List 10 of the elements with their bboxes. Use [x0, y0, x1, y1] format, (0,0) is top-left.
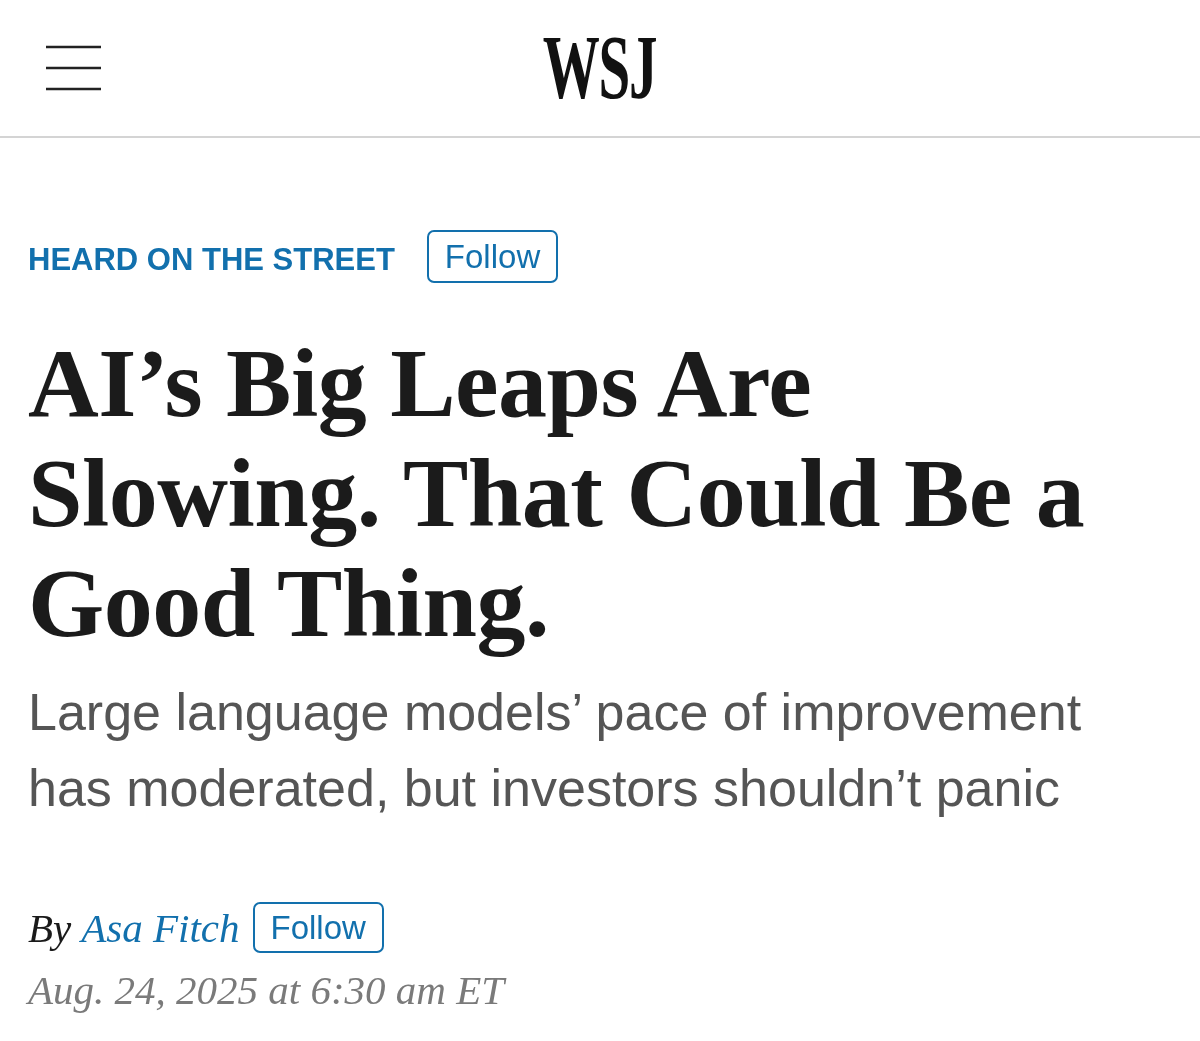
follow-button[interactable]: Follow — [252, 902, 384, 953]
site-logo[interactable]: WSJ — [543, 21, 657, 113]
article-headline: AI’s Big Leaps Are Slowing. That Could Be a Good Thing. — [28, 328, 1086, 658]
menu-icon[interactable] — [44, 45, 103, 91]
byline-label: By — [28, 903, 72, 952]
article-subheading: Large language models’ pace of improvement has moderated, but investors shouldn’t panic — [28, 682, 1083, 819]
author-link[interactable]: Asa Fitch — [81, 903, 240, 952]
follow-button[interactable]: Follow — [426, 230, 559, 283]
publish-date: Aug. 24, 2025 at 6:30 am ET — [28, 966, 508, 1015]
section-label[interactable]: HEARD ON THE STREET — [28, 235, 395, 278]
